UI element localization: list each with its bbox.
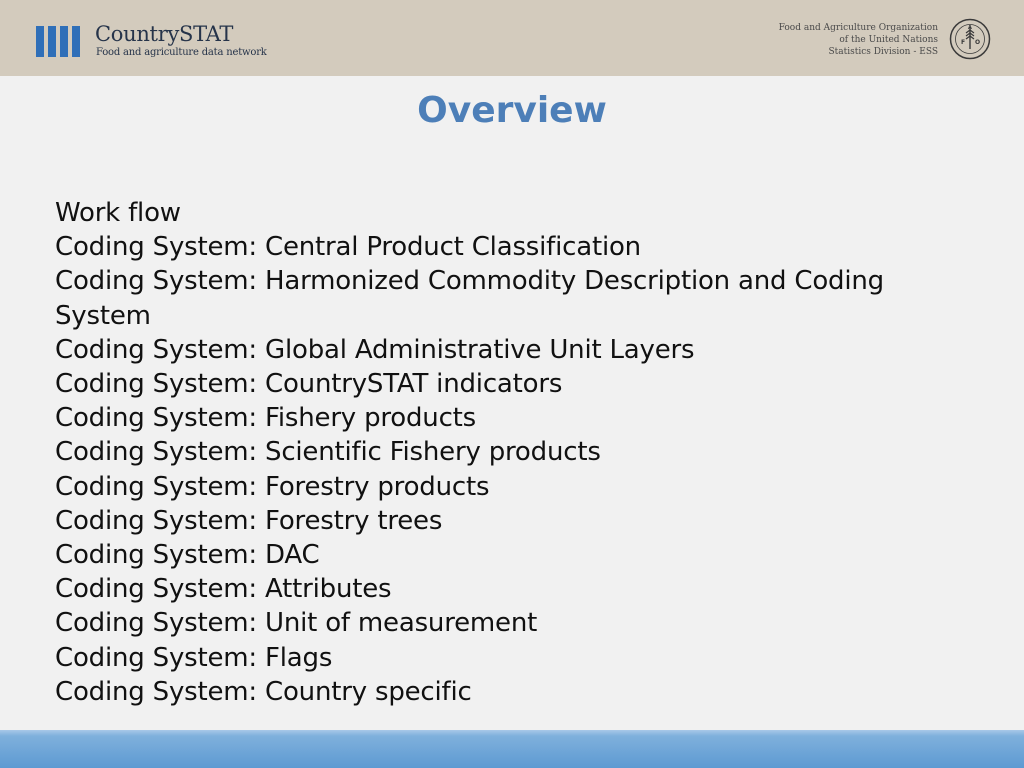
countrystat-logo-icon	[36, 26, 80, 57]
list-item: Work flow	[55, 198, 181, 228]
svg-text:F: F	[961, 39, 965, 46]
organization-line: Food and Agriculture Organization	[778, 23, 938, 33]
list-item: Coding System: Forestry trees	[55, 505, 443, 536]
list-item: Coding System: Flags	[55, 642, 333, 673]
list-item: System	[55, 300, 151, 331]
header-band: CountrySTAT Food and agriculture data ne…	[0, 0, 1024, 76]
list-item: Coding System: CountrySTAT indicators	[55, 369, 563, 400]
list-item: Coding System: Central Product Classific…	[55, 232, 641, 263]
footer-bar	[0, 730, 1024, 768]
list-item: Coding System: Country specific	[55, 676, 472, 707]
list-item: Coding System: Attributes	[55, 574, 392, 605]
list-item: Coding System: Scientific Fishery produc…	[55, 437, 601, 468]
overview-list: Work flow Coding System: Central Product…	[55, 196, 955, 709]
list-item: Coding System: Fishery products	[55, 403, 477, 434]
list-item: Coding System: Harmonized Commodity Desc…	[55, 266, 884, 297]
brand-name: CountrySTAT	[95, 22, 234, 46]
organization-line: of the United Nations	[839, 35, 938, 45]
list-item: Coding System: Forestry products	[55, 471, 490, 502]
organization-name: Food and Agriculture Organization of the…	[779, 22, 938, 58]
list-item: Coding System: DAC	[55, 540, 320, 571]
svg-text:O: O	[975, 39, 980, 46]
fao-emblem-icon: F O A	[949, 18, 991, 60]
brand-tagline: Food and agriculture data network	[96, 47, 267, 58]
list-item: Coding System: Unit of measurement	[55, 608, 538, 639]
organization-line: Statistics Division - ESS	[828, 47, 938, 57]
svg-text:A: A	[968, 25, 972, 31]
slide-title: Overview	[417, 90, 607, 131]
list-item: Coding System: Global Administrative Uni…	[55, 334, 695, 365]
